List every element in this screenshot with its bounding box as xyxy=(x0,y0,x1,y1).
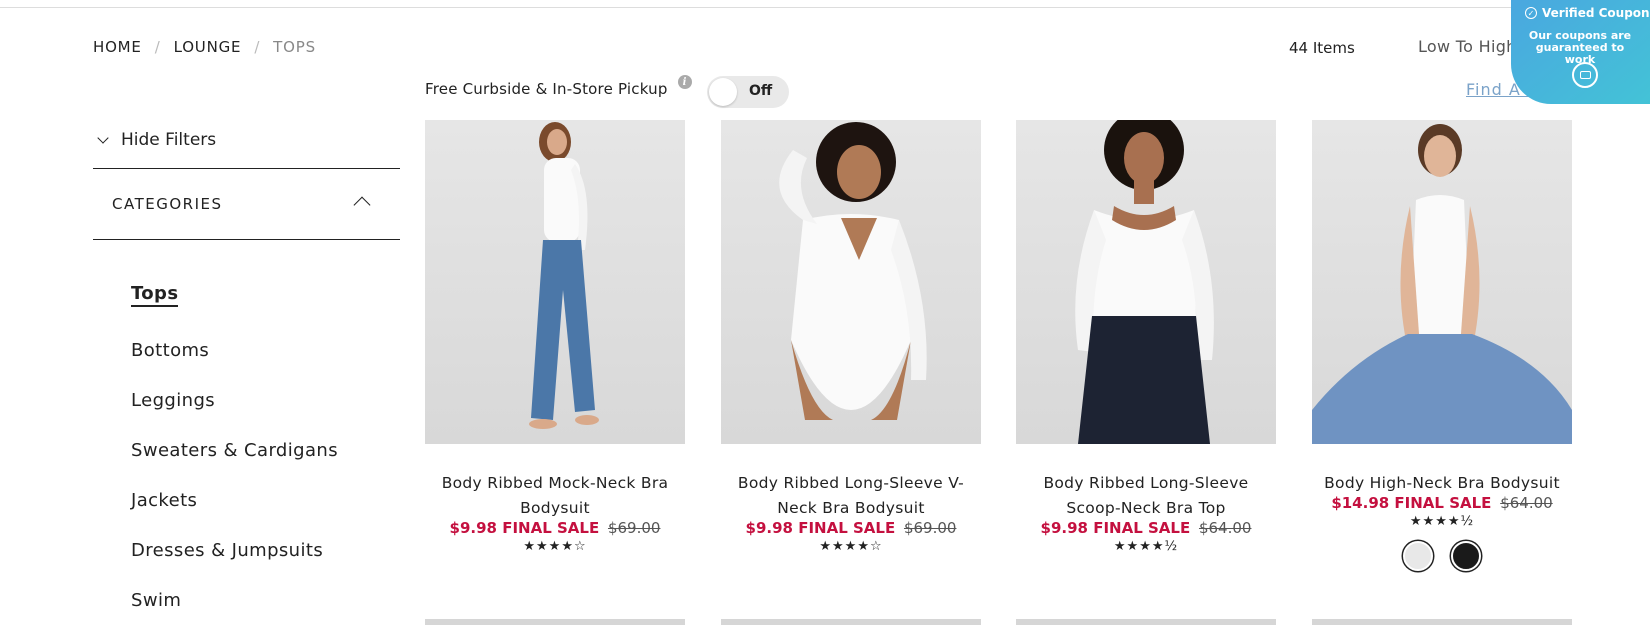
breadcrumb-home[interactable]: HOME xyxy=(93,38,142,56)
product-price: $9.98 FINAL SALE $69.00 xyxy=(425,519,685,537)
coupon-title: Verified Coupon xyxy=(1542,6,1650,20)
pickup-filter: Free Curbside & In-Store Pickup i xyxy=(425,75,692,98)
model-figure xyxy=(779,122,927,420)
sidebar-divider xyxy=(93,239,400,240)
chevron-up-icon[interactable] xyxy=(353,196,371,214)
category-item-tops[interactable]: Tops xyxy=(131,283,179,307)
chat-icon xyxy=(1572,62,1598,88)
category-item-jackets[interactable]: Jackets xyxy=(131,490,197,511)
product-image[interactable] xyxy=(721,120,981,444)
star-rating: ★★★★☆ xyxy=(523,539,587,554)
star-rating: ★★★★☆ xyxy=(819,539,883,554)
category-item-dresses[interactable]: Dresses & Jumpsuits xyxy=(131,540,323,561)
product-card[interactable]: Body High-Neck Bra Bodysuit $14.98 FINAL… xyxy=(1312,120,1572,571)
chevron-down-icon xyxy=(97,132,109,144)
categories-header[interactable]: CATEGORIES xyxy=(112,195,223,213)
product-price: $9.98 FINAL SALE $64.00 xyxy=(1016,519,1276,537)
swatch-white[interactable] xyxy=(1403,541,1433,571)
breadcrumb-separator: / xyxy=(254,38,261,56)
toggle-state: Off xyxy=(749,83,773,99)
product-card[interactable]: Body Ribbed Mock-Neck Bra Bodysuit $9.98… xyxy=(425,120,685,554)
sale-price: $9.98 FINAL SALE xyxy=(1040,519,1191,537)
star-rating: ★★★★½ xyxy=(1409,514,1475,529)
swatch-black[interactable] xyxy=(1451,541,1481,571)
product-image[interactable] xyxy=(1312,120,1572,444)
toggle-knob xyxy=(709,78,737,106)
top-divider xyxy=(0,7,1650,8)
product-card[interactable]: Body Ribbed Long-Sleeve V-Neck Bra Bodys… xyxy=(721,120,981,554)
breadcrumb-separator: / xyxy=(154,38,161,56)
pickup-label: Free Curbside & In-Store Pickup xyxy=(425,80,668,98)
original-price: $69.00 xyxy=(607,519,661,537)
original-price: $69.00 xyxy=(903,519,957,537)
product-card[interactable]: Body Ribbed Long-Sleeve Scoop-Neck Bra T… xyxy=(1016,120,1276,554)
info-icon[interactable]: i xyxy=(677,75,692,89)
pickup-toggle[interactable]: Off xyxy=(707,76,789,108)
coupon-title-row: ✓ Verified Coupon xyxy=(1525,6,1650,20)
category-item-leggings[interactable]: Leggings xyxy=(131,390,215,411)
sale-price: $9.98 FINAL SALE xyxy=(449,519,600,537)
product-name[interactable]: Body Ribbed Mock-Neck Bra Bodysuit xyxy=(425,471,685,521)
model-figure xyxy=(1075,120,1214,444)
original-price: $64.00 xyxy=(1198,519,1252,537)
sort-dropdown[interactable]: Low To High xyxy=(1418,37,1517,56)
sidebar-divider xyxy=(93,168,400,169)
sale-price: $9.98 FINAL SALE xyxy=(745,519,896,537)
product-image-next-row[interactable] xyxy=(721,619,981,625)
model-figure xyxy=(1312,124,1572,444)
category-item-bottoms[interactable]: Bottoms xyxy=(131,340,209,361)
star-rating: ★★★★½ xyxy=(1113,539,1179,554)
product-image[interactable] xyxy=(1016,120,1276,444)
breadcrumb-current: TOPS xyxy=(273,38,316,56)
sale-price: $14.98 FINAL SALE xyxy=(1331,494,1492,512)
check-circle-icon: ✓ xyxy=(1525,7,1537,19)
product-name[interactable]: Body Ribbed Long-Sleeve Scoop-Neck Bra T… xyxy=(1016,471,1276,521)
category-item-sweaters[interactable]: Sweaters & Cardigans xyxy=(131,440,338,461)
model-figure xyxy=(529,122,599,429)
items-count: 44 Items xyxy=(1289,39,1355,57)
color-swatches xyxy=(1312,541,1572,571)
product-image-next-row[interactable] xyxy=(425,619,685,625)
breadcrumb: HOME / LOUNGE / TOPS xyxy=(93,38,316,56)
product-image-next-row[interactable] xyxy=(1312,619,1572,625)
product-price: $14.98 FINAL SALE $64.00 xyxy=(1312,494,1572,512)
breadcrumb-lounge[interactable]: LOUNGE xyxy=(174,38,242,56)
product-name[interactable]: Body High-Neck Bra Bodysuit xyxy=(1312,471,1572,496)
coupon-text: Our coupons are guaranteed to work xyxy=(1528,29,1632,66)
product-price: $9.98 FINAL SALE $69.00 xyxy=(721,519,981,537)
hide-filters-button[interactable]: Hide Filters xyxy=(93,130,216,150)
product-image[interactable] xyxy=(425,120,685,444)
verified-coupon-badge[interactable]: ✓ Verified Coupon Our coupons are guaran… xyxy=(1511,0,1650,104)
product-image-next-row[interactable] xyxy=(1016,619,1276,625)
category-item-swim[interactable]: Swim xyxy=(131,590,181,611)
product-name[interactable]: Body Ribbed Long-Sleeve V-Neck Bra Bodys… xyxy=(721,471,981,521)
original-price: $64.00 xyxy=(1500,494,1553,512)
hide-filters-label: Hide Filters xyxy=(121,130,217,150)
